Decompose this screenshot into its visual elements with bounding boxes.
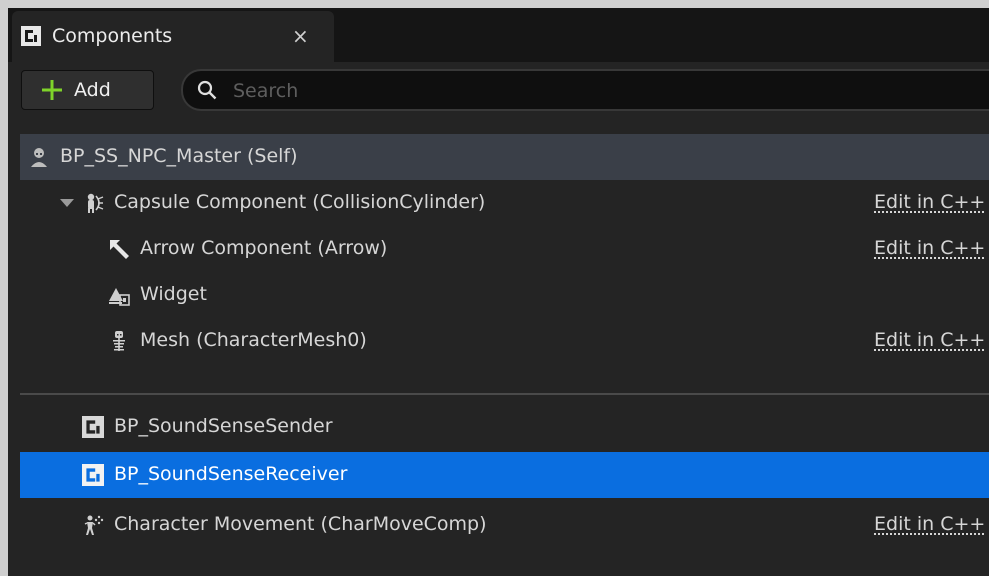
- edit-in-cpp-link[interactable]: Edit in C++: [874, 329, 985, 351]
- edit-in-cpp-link[interactable]: Edit in C++: [874, 191, 985, 213]
- receiver-label: BP_SoundSenseReceiver: [114, 463, 348, 485]
- tab-title: Components: [52, 25, 173, 47]
- arrow-label: Arrow Component (Arrow): [140, 237, 388, 259]
- skeletal-mesh-icon: [113, 331, 125, 351]
- sender-label: BP_SoundSenseSender: [114, 415, 333, 437]
- close-icon[interactable]: ×: [292, 24, 309, 48]
- capsule-collision-icon: [87, 193, 104, 213]
- edit-in-cpp-link[interactable]: Edit in C++: [874, 237, 985, 259]
- arrow-component-icon: [110, 240, 129, 259]
- search-input[interactable]: [231, 75, 975, 107]
- tab-components[interactable]: Components ×: [12, 11, 334, 62]
- movement-label: Character Movement (CharMoveComp): [114, 513, 487, 535]
- plus-icon: [42, 80, 62, 100]
- tree-row-character-movement[interactable]: Character Movement (CharMoveComp) Edit i…: [20, 502, 989, 548]
- blueprint-class-icon: [82, 464, 104, 486]
- component-tree: BP_SS_NPC_Master (Self) Capsule Componen…: [8, 118, 989, 576]
- widget-icon: [109, 288, 130, 306]
- tree-divider: [20, 393, 989, 395]
- blueprint-class-icon: [82, 416, 104, 438]
- search-icon: [197, 80, 217, 100]
- self-label: BP_SS_NPC_Master (Self): [60, 145, 298, 167]
- add-component-button[interactable]: Add: [21, 70, 154, 110]
- mesh-label: Mesh (CharacterMesh0): [140, 329, 367, 351]
- components-panel: Components × Add Search BP_SS_NPC_Master…: [8, 8, 989, 576]
- add-button-label: Add: [74, 79, 111, 101]
- character-icon: [31, 148, 47, 167]
- tree-row-sound-sender[interactable]: BP_SoundSenseSender: [20, 404, 989, 450]
- edit-in-cpp-link[interactable]: Edit in C++: [874, 513, 985, 535]
- tree-row-mesh[interactable]: Mesh (CharacterMesh0) Edit in C++: [20, 318, 989, 364]
- tree-row-widget[interactable]: Widget: [20, 272, 989, 318]
- tree-row-self[interactable]: BP_SS_NPC_Master (Self): [20, 134, 989, 180]
- tree-row-capsule[interactable]: Capsule Component (CollisionCylinder) Ed…: [20, 180, 989, 226]
- tab-strip: Components ×: [8, 8, 989, 62]
- tree-row-arrow[interactable]: Arrow Component (Arrow) Edit in C++: [20, 226, 989, 272]
- search-box[interactable]: [181, 69, 989, 111]
- capsule-label: Capsule Component (CollisionCylinder): [114, 191, 486, 213]
- toolbar: Add: [8, 62, 989, 118]
- blueprint-class-icon: [21, 26, 41, 46]
- chevron-down-icon[interactable]: [58, 194, 76, 212]
- character-movement-icon: [84, 515, 104, 535]
- tree-row-sound-receiver[interactable]: BP_SoundSenseReceiver: [20, 452, 989, 498]
- widget-label: Widget: [140, 283, 207, 305]
